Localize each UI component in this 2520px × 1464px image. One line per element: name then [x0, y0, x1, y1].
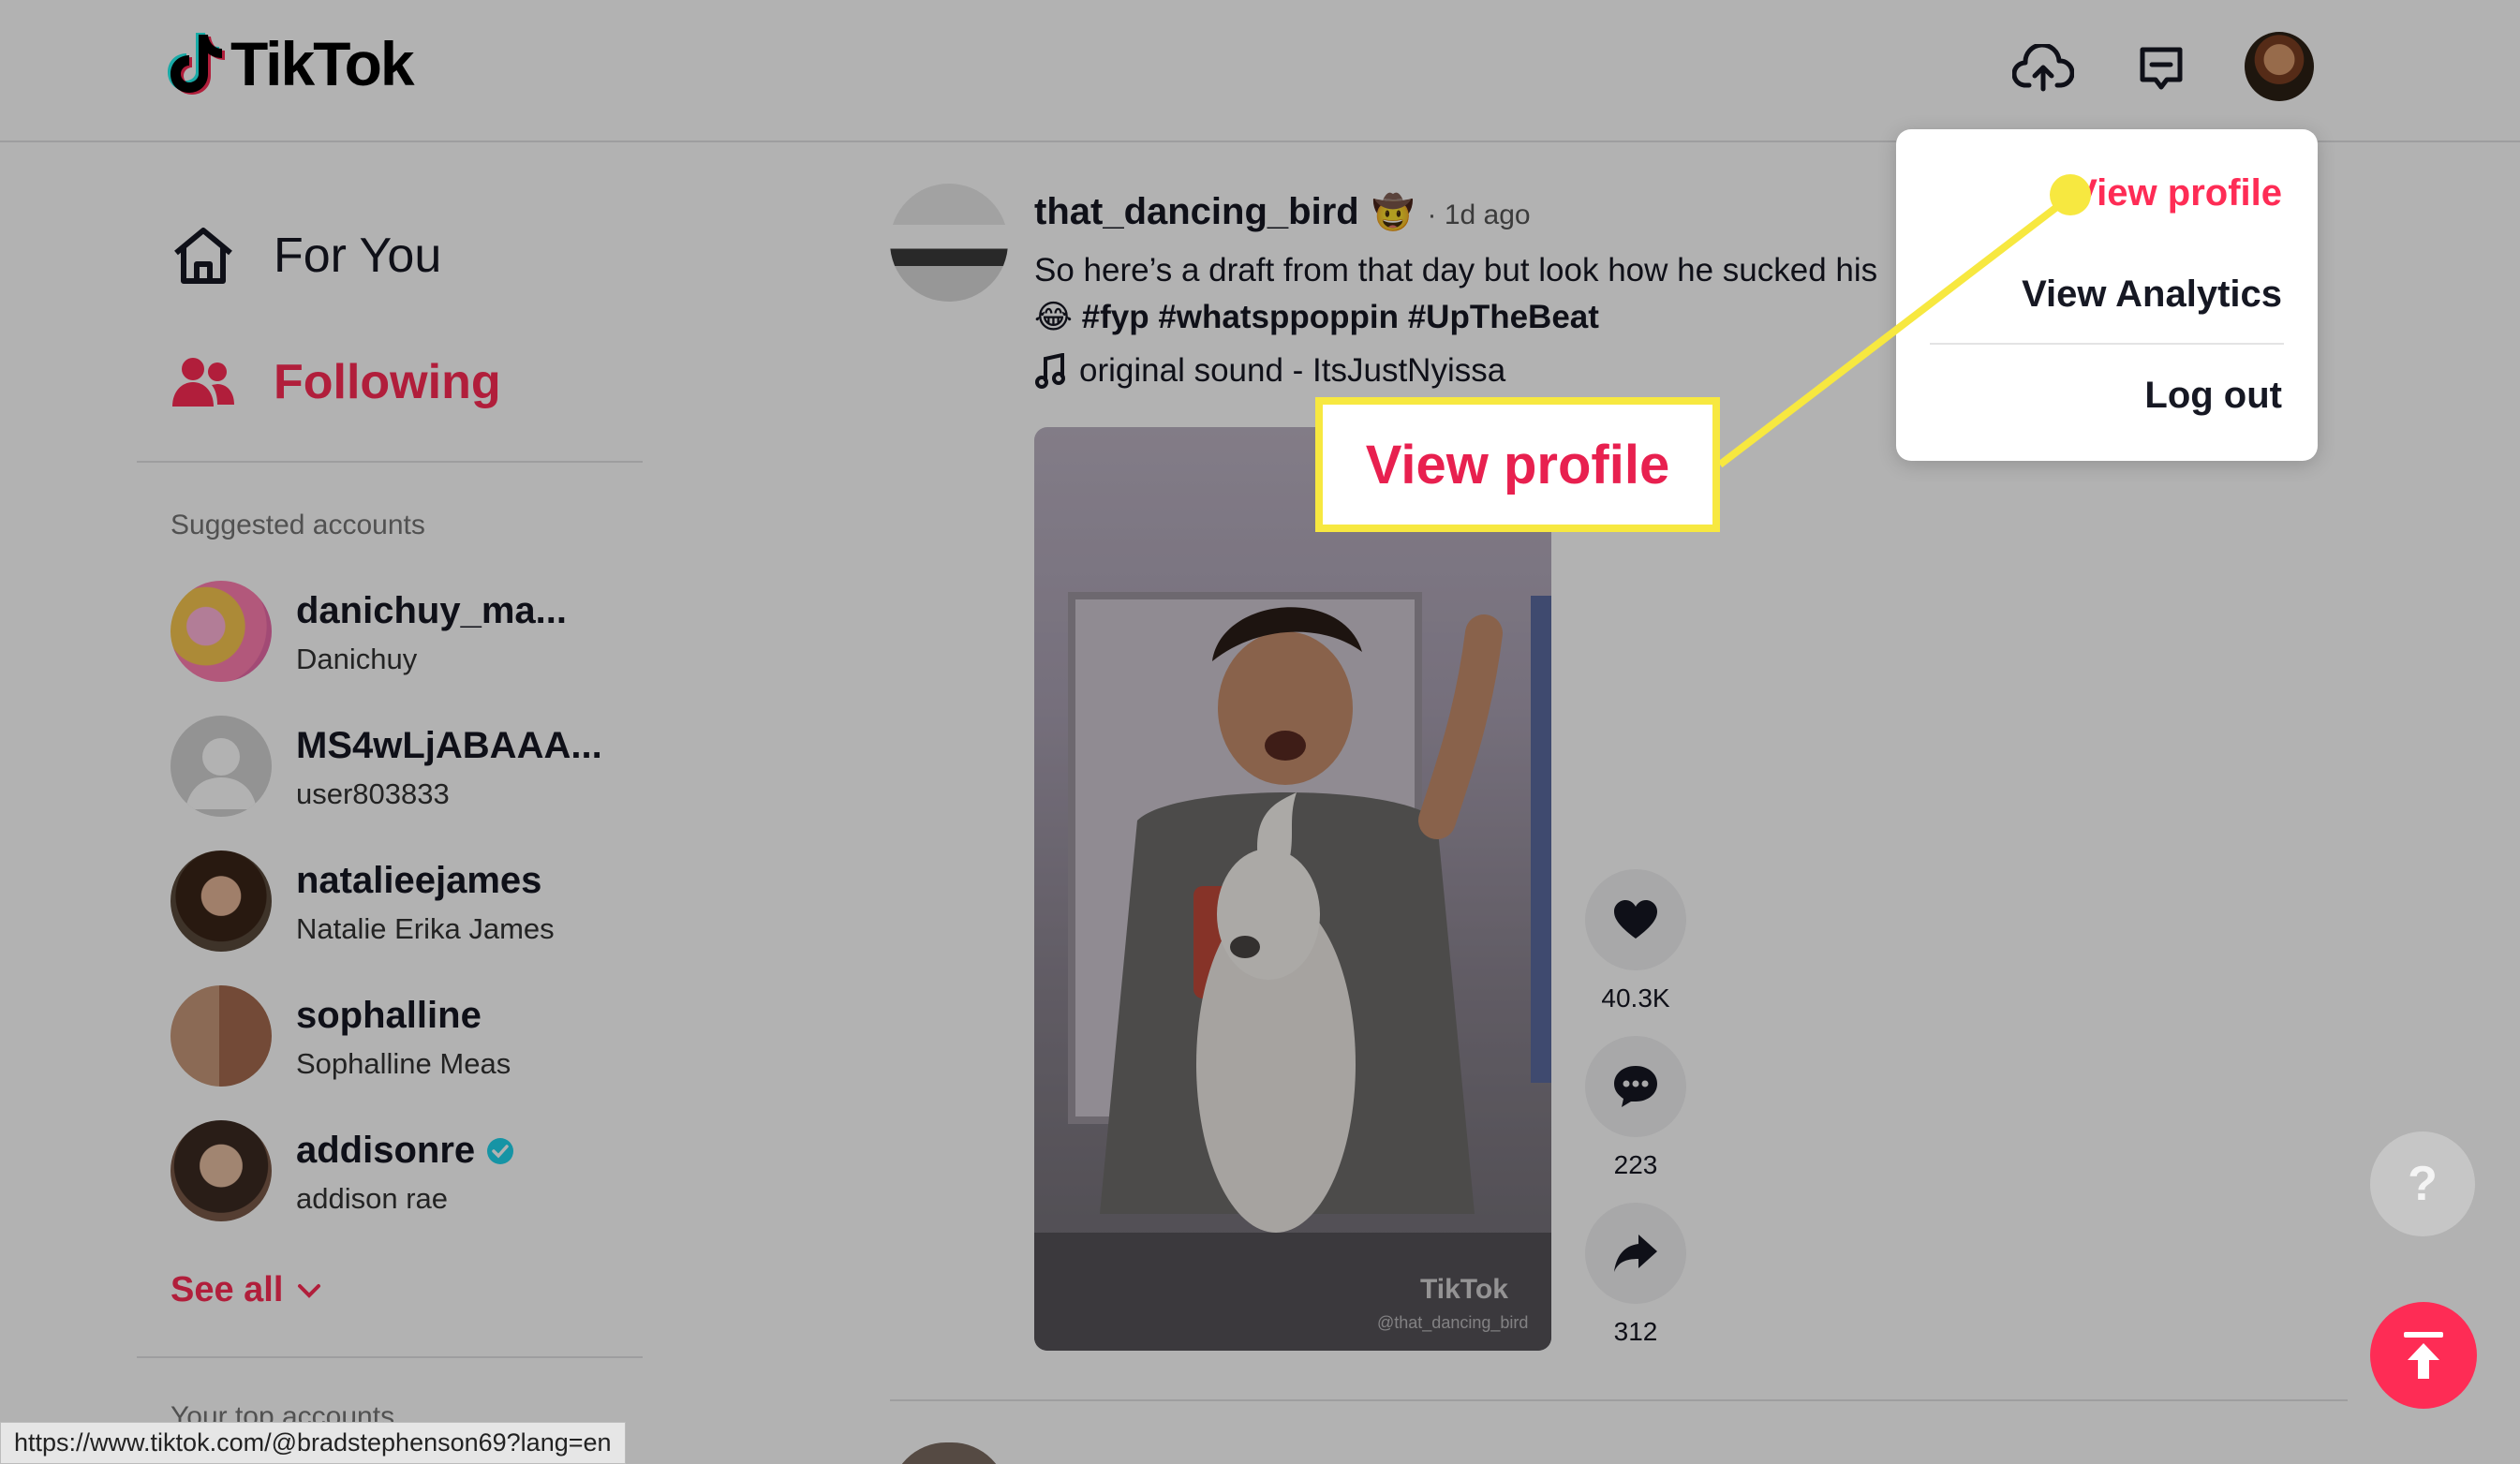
sidebar-divider [137, 461, 643, 463]
comment-count: 223 [1613, 1150, 1658, 1179]
see-all-button[interactable]: See all [170, 1270, 322, 1310]
account-name: user803833 [296, 777, 450, 810]
account-username-row: addisonre [296, 1130, 514, 1172]
hashtags[interactable]: #fyp #whatsppoppin #UpTheBeat [1082, 299, 1599, 335]
back-to-top-button[interactable] [2370, 1302, 2477, 1409]
heart-icon [1614, 900, 1657, 939]
video-watermark: TikTok [1420, 1274, 1508, 1305]
avatar [170, 1120, 272, 1221]
status-url-bar: https://www.tiktok.com/@bradstephenson69… [0, 1422, 626, 1464]
chevron-down-icon [298, 1283, 321, 1298]
home-icon [174, 228, 232, 284]
suggested-account[interactable]: MS4wLjABAAA... user803833 [170, 716, 639, 819]
account-username: danichuy_ma... [296, 590, 567, 631]
video-frame [1034, 592, 1551, 1351]
people-icon [172, 358, 234, 407]
account-name: Danichuy [296, 643, 418, 675]
video-watermark-user: @that_dancing_bird [1377, 1313, 1529, 1332]
suggested-account[interactable]: natalieejames Natalie Erika James [170, 850, 639, 954]
tiktok-note-icon [168, 33, 225, 95]
caption-text: So here’s a draft from that day but look… [1034, 252, 1878, 288]
menu-item-view-profile[interactable]: View profile [2072, 172, 2282, 214]
suggested-account[interactable]: sophalline Sophalline Meas [170, 985, 639, 1088]
account-username: natalieejames [296, 860, 542, 901]
nav-for-you-label: For You [274, 229, 442, 283]
nav-for-you[interactable]: For You [170, 225, 441, 287]
account-name: addison rae [296, 1182, 449, 1215]
profile-avatar[interactable] [2245, 32, 2314, 101]
callout-label: View profile [1365, 434, 1670, 495]
upload-icon[interactable] [2007, 32, 2080, 105]
help-icon: ? [2408, 1157, 2438, 1211]
top-bar: TikTok [0, 0, 2520, 142]
account-username: addisonre [296, 1130, 476, 1171]
post-caption: So here’s a draft from that day but look… [1034, 247, 1971, 341]
help-button[interactable]: ? [2370, 1131, 2475, 1236]
share-count: 312 [1613, 1317, 1658, 1346]
suggested-account[interactable]: danichuy_ma... Danichuy [170, 581, 639, 684]
suggested-accounts-title: Suggested accounts [170, 510, 425, 540]
see-all-label: See all [170, 1270, 284, 1309]
like-count: 40.3K [1601, 983, 1670, 1013]
default-avatar-icon [170, 716, 272, 817]
nav-following-label: Following [274, 355, 501, 409]
cowboy-emoji-icon: 🤠 [1371, 193, 1415, 231]
post-time: · 1d ago [1427, 200, 1531, 230]
comment-icon [1614, 1066, 1657, 1107]
sidebar-divider [137, 1356, 643, 1358]
callout-box: View profile [1315, 397, 1720, 532]
next-post-avatar[interactable] [890, 1442, 1008, 1464]
nav-following[interactable]: Following [170, 354, 501, 410]
logo-wordmark: TikTok [230, 29, 415, 98]
post-header: that_dancing_bird 🤠 · 1d ago [1034, 191, 1531, 233]
verified-badge-icon [487, 1137, 514, 1164]
tiktok-logo[interactable]: TikTok [167, 28, 415, 99]
post-divider [890, 1399, 2348, 1401]
share-arrow-icon [1614, 1235, 1657, 1272]
avatar [170, 581, 272, 682]
account-name: Sophalline Meas [296, 1047, 511, 1080]
inbox-icon[interactable] [2125, 32, 2198, 105]
account-username: sophalline [296, 995, 482, 1036]
menu-item-view-analytics[interactable]: View Analytics [2022, 274, 2282, 316]
profile-dropdown-menu: View profile View Analytics Log out [1896, 129, 2318, 461]
laughing-emoji-icon: 😂 [1034, 299, 1073, 335]
post-author-avatar[interactable] [890, 184, 1008, 302]
share-button[interactable] [1585, 1203, 1686, 1304]
comment-button[interactable] [1585, 1036, 1686, 1137]
post-sound[interactable]: original sound - ItsJustNyissa [1034, 352, 1505, 390]
avatar [170, 850, 272, 952]
arrow-up-to-top-icon [2404, 1332, 2443, 1379]
music-note-icon [1035, 353, 1065, 389]
avatar [170, 985, 272, 1087]
menu-divider [1930, 343, 2284, 345]
suggested-account[interactable]: addisonre addison rae [170, 1120, 639, 1223]
account-username: MS4wLjABAAA... [296, 725, 602, 766]
menu-item-log-out[interactable]: Log out [2144, 375, 2282, 417]
post-username[interactable]: that_dancing_bird [1034, 191, 1359, 233]
sound-label: original sound - ItsJustNyissa [1079, 352, 1506, 389]
caption-hashtags-row: 😂 #fyp #whatsppoppin #UpTheBeat [1034, 294, 1971, 341]
like-button[interactable] [1585, 869, 1686, 970]
account-name: Natalie Erika James [296, 912, 555, 945]
video-player[interactable]: TikTok @that_dancing_bird [1034, 427, 1551, 1351]
